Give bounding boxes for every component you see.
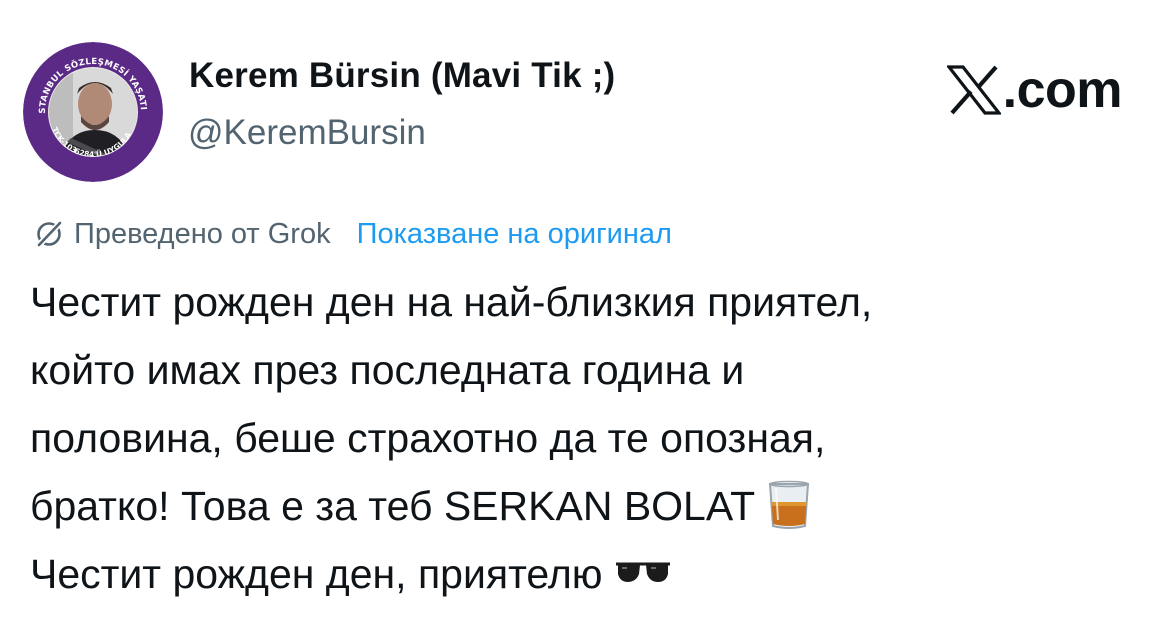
x-logo-icon: [946, 65, 1001, 115]
brand-tld: .com: [1002, 61, 1123, 119]
grok-icon: [34, 219, 64, 249]
tweet-line-with-emoji: Честит рожден ден, приятелю: [30, 540, 1150, 608]
tweet-text: Честит рожден ден на най-близкия приятел…: [30, 268, 1150, 608]
sunglasses-icon: [615, 560, 671, 586]
avatar[interactable]: İSTANBUL SÖZLEŞMESİ YAŞATIR TCK-103 6284…: [23, 42, 163, 182]
tweet-line: Честит рожден ден на най-близкия приятел…: [30, 279, 873, 325]
tumbler-glass-icon: [767, 480, 811, 530]
display-name[interactable]: Kerem Bürsin (Mavi Tik ;): [189, 56, 615, 96]
translation-bar: Преведено от Grok Показване на оригинал: [34, 212, 672, 256]
show-original-link[interactable]: Показване на оригинал: [357, 218, 672, 251]
tweet-line: братко! Това е за теб SERKAN BOLAT: [30, 483, 756, 529]
tweet-line: Честит рожден ден, приятелю: [30, 551, 603, 597]
translated-by-label: Преведено от Grok: [74, 217, 331, 250]
user-handle[interactable]: @KeremBursin: [188, 113, 426, 153]
tweet-line-with-emoji: братко! Това е за теб SERKAN BOLAT: [30, 472, 1150, 540]
x-com-brand: .com: [946, 60, 1123, 120]
tweet-header: İSTANBUL SÖZLEŞMESİ YAŞATIR TCK-103 6284…: [0, 0, 1170, 200]
tweet-line: половина, беше страхотно да те опозная,: [30, 415, 826, 461]
profile-photo: İSTANBUL SÖZLEŞMESİ YAŞATIR TCK-103 6284…: [23, 42, 163, 182]
tweet-line: който имах през последната година и: [30, 347, 745, 393]
